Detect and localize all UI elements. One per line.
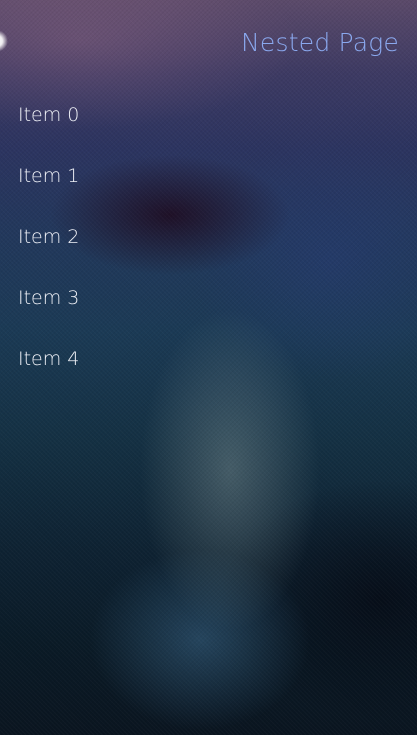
list-item-2[interactable]: Item 2 [0,206,417,267]
list-item-0[interactable]: Item 0 [0,84,417,145]
nested-page-screen: Nested Page Item 0 Item 1 Item 2 Item 3 … [0,0,417,735]
list-item-label: Item 4 [18,347,80,370]
list-item-label: Item 3 [18,286,80,309]
list-item-label: Item 0 [18,103,80,126]
list-item-3[interactable]: Item 3 [0,267,417,328]
item-list: Item 0 Item 1 Item 2 Item 3 Item 4 [0,84,417,389]
page-header: Nested Page [241,22,399,62]
list-item-label: Item 1 [18,164,80,187]
list-item-4[interactable]: Item 4 [0,328,417,389]
list-item-label: Item 2 [18,225,80,248]
list-item-1[interactable]: Item 1 [0,145,417,206]
page-title: Nested Page [241,27,399,57]
